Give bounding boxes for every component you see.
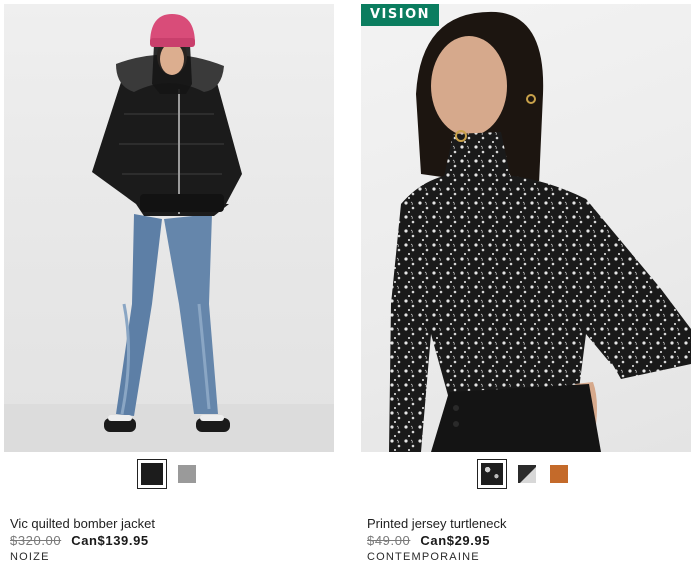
product-card-bomber-jacket[interactable] bbox=[4, 4, 334, 489]
vision-badge: VISION bbox=[361, 4, 439, 26]
product-name[interactable]: Vic quilted bomber jacket bbox=[10, 516, 155, 531]
product-card-turtleneck[interactable]: VISION bbox=[361, 4, 691, 489]
product-brand: CONTEMPORAINE bbox=[367, 551, 480, 563]
product-prices: $320.00 Can$139.95 bbox=[10, 533, 149, 548]
model-illustration bbox=[4, 14, 334, 452]
product-prices: $49.00 Can$29.95 bbox=[367, 533, 490, 548]
color-swatches bbox=[477, 459, 571, 489]
product-name[interactable]: Printed jersey turtleneck bbox=[367, 516, 506, 531]
color-swatches bbox=[137, 459, 199, 489]
swatch-grey[interactable] bbox=[175, 462, 199, 486]
original-price: $49.00 bbox=[367, 533, 411, 548]
swatch-black-white[interactable] bbox=[515, 462, 539, 486]
product-image-bomber-jacket[interactable] bbox=[4, 4, 334, 452]
sale-price: Can$29.95 bbox=[420, 533, 491, 548]
product-image-turtleneck[interactable]: VISION bbox=[361, 4, 691, 452]
original-price: $320.00 bbox=[10, 533, 62, 548]
product-brand: NOIZE bbox=[10, 551, 50, 563]
sale-price: Can$139.95 bbox=[71, 533, 149, 548]
swatch-black[interactable] bbox=[137, 459, 167, 489]
swatch-rust[interactable] bbox=[547, 462, 571, 486]
swatch-black-floral[interactable] bbox=[477, 459, 507, 489]
model-illustration bbox=[389, 11, 691, 452]
